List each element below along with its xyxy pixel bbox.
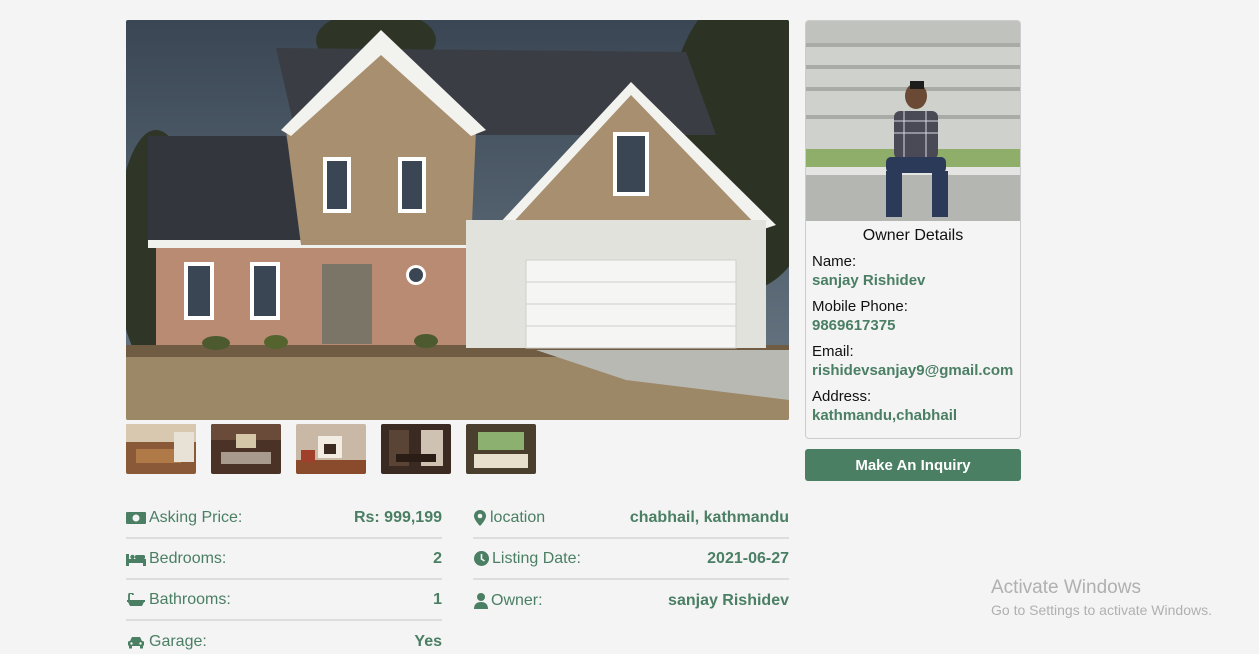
detail-row-asking-price: Asking Price: Rs: 999,199	[126, 498, 442, 539]
bed-icon	[126, 551, 146, 567]
listing-date-label: Listing Date:	[492, 549, 581, 567]
main-house-photo	[126, 20, 789, 420]
detail-row-owner: Owner: sanjay Rishidev	[473, 580, 789, 621]
bath-icon	[126, 592, 146, 608]
owner-name-label: Name:	[812, 253, 857, 270]
owner-label: Owner:	[491, 591, 543, 609]
watermark-title: Activate Windows	[991, 577, 1141, 598]
garage-label: Garage:	[149, 632, 207, 650]
owner-phone-field: Mobile Phone: 9869617375	[806, 297, 1020, 335]
money-icon	[126, 510, 146, 526]
watermark-subtitle: Go to Settings to activate Windows.	[991, 602, 1212, 618]
windows-activation-watermark: Activate Windows Go to Settings to activ…	[991, 577, 1212, 618]
car-icon	[126, 634, 146, 650]
asking-price-value: Rs: 999,199	[353, 508, 442, 526]
location-value: chabhail, kathmandu	[629, 508, 789, 526]
clock-icon	[473, 551, 489, 567]
owner-details-card: Owner Details Name: sanjay Rishidev Mobi…	[805, 20, 1021, 439]
owner-email-value: rishidevsanjay9@gmail.com	[812, 362, 1014, 379]
thumbnail-strip	[126, 424, 536, 474]
detail-row-location: location chabhail, kathmandu	[473, 498, 789, 539]
owner-email-label: Email:	[812, 343, 854, 360]
owner-name-field: Name: sanjay Rishidev	[806, 252, 1020, 290]
thumbnail-living-room[interactable]	[211, 424, 281, 474]
owner-phone-label: Mobile Phone:	[812, 298, 908, 315]
property-details-right: location chabhail, kathmandu Listing Dat…	[473, 498, 789, 621]
bathrooms-label: Bathrooms:	[149, 590, 231, 608]
detail-row-bedrooms: Bedrooms: 2	[126, 539, 442, 580]
map-marker-icon	[473, 509, 487, 526]
user-icon	[473, 592, 488, 609]
make-inquiry-button[interactable]: Make An Inquiry	[805, 449, 1021, 481]
owner-name-value: sanjay Rishidev	[812, 272, 926, 289]
thumbnail-bedroom[interactable]	[466, 424, 536, 474]
bathrooms-value: 1	[433, 590, 442, 608]
owner-value: sanjay Rishidev	[668, 591, 789, 609]
owner-photo	[806, 21, 1020, 221]
bedrooms-label: Bedrooms:	[149, 549, 227, 567]
thumbnail-dining-room[interactable]	[381, 424, 451, 474]
owner-details-title: Owner Details	[862, 227, 964, 244]
asking-price-label: Asking Price:	[149, 508, 243, 526]
detail-row-listing-date: Listing Date: 2021-06-27	[473, 539, 789, 580]
owner-email-field: Email: rishidevsanjay9@gmail.com	[806, 342, 1020, 380]
detail-row-bathrooms: Bathrooms: 1	[126, 580, 442, 621]
detail-row-garage: Garage: Yes	[126, 621, 442, 654]
bedrooms-value: 2	[433, 549, 442, 567]
garage-value: Yes	[414, 632, 442, 650]
location-label: location	[490, 508, 546, 526]
property-details-left: Asking Price: Rs: 999,199 Bedrooms: 2 Ba…	[126, 498, 442, 654]
owner-address-value: kathmandu,chabhail	[812, 407, 958, 424]
thumbnail-kitchen[interactable]	[126, 424, 196, 474]
owner-address-label: Address:	[812, 388, 872, 405]
owner-phone-value: 9869617375	[812, 317, 896, 334]
thumbnail-fireplace-room[interactable]	[296, 424, 366, 474]
owner-address-field: Address: kathmandu,chabhail	[806, 387, 1020, 425]
listing-date-value: 2021-06-27	[707, 549, 789, 567]
